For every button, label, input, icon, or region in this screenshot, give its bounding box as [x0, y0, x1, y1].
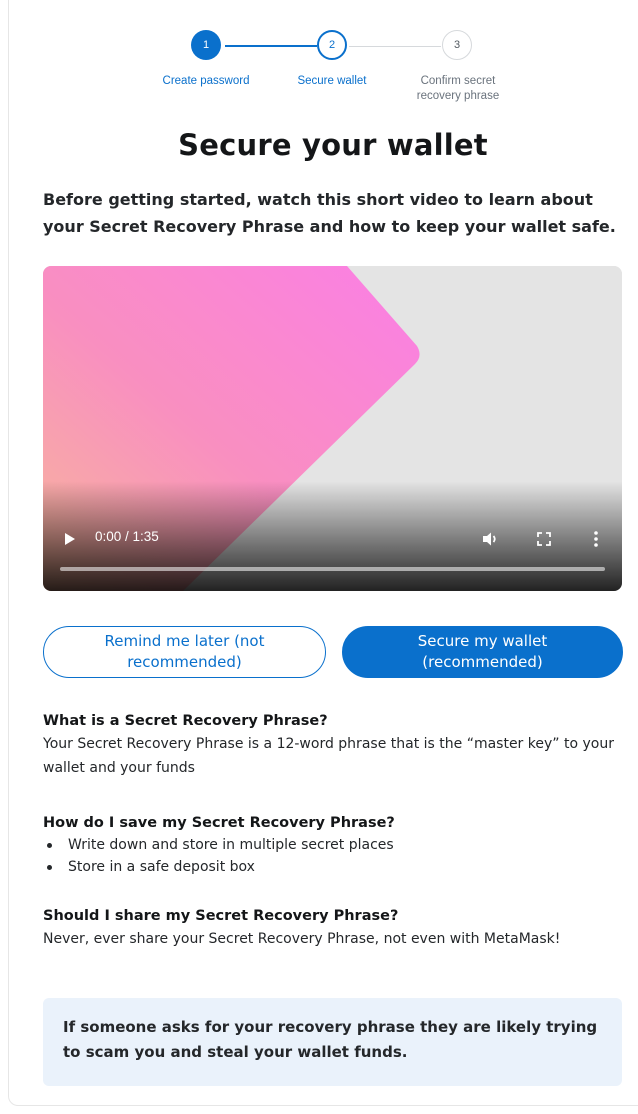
- video-time: 0:00 / 1:35: [95, 529, 159, 544]
- list-item: Store in a safe deposit box: [43, 856, 623, 878]
- faq-question: Should I share my Secret Recovery Phrase…: [43, 908, 399, 924]
- bullet-dot: [47, 865, 52, 870]
- list-item-text: Write down and store in multiple secret …: [68, 837, 394, 853]
- intro-text: Before getting started, watch this short…: [43, 190, 616, 236]
- stepper-line-completed: [225, 45, 317, 47]
- faq-answer: Never, ever share your Secret Recovery P…: [43, 931, 561, 947]
- step-3-label: Confirm secret recovery phrase: [416, 75, 500, 102]
- play-icon[interactable]: [63, 532, 77, 546]
- secure-wallet-page: 1 2 3 Create password Secure wallet Conf…: [0, 0, 638, 1114]
- faq-how-to-save: How do I save my Secret Recovery Phrase?…: [43, 812, 623, 878]
- step-2-circle: 2: [317, 30, 347, 60]
- page-title: Secure your wallet: [178, 128, 488, 162]
- video-progress-bar[interactable]: [60, 567, 605, 571]
- step-2-label: Secure wallet: [297, 75, 367, 87]
- list-item: Write down and store in multiple secret …: [43, 834, 623, 856]
- remind-me-later-button[interactable]: Remind me later (not recommended): [43, 626, 326, 678]
- faq-bullet-list: Write down and store in multiple secret …: [43, 834, 623, 878]
- onboarding-stepper: 1 2 3 Create password Secure wallet Conf…: [0, 28, 638, 118]
- step-3-circle: 3: [442, 30, 472, 60]
- faq-should-i-share: Should I share my Secret Recovery Phrase…: [43, 905, 623, 951]
- secure-my-wallet-button[interactable]: Secure my wallet (recommended): [342, 626, 623, 678]
- step-1-label: Create password: [162, 75, 250, 87]
- faq-answer: Your Secret Recovery Phrase is a 12-word…: [43, 736, 614, 776]
- bullet-dot: [47, 843, 52, 848]
- list-item-text: Store in a safe deposit box: [68, 859, 255, 875]
- fullscreen-icon[interactable]: [533, 528, 555, 550]
- faq-question: How do I save my Secret Recovery Phrase?: [43, 815, 395, 831]
- faq-question: What is a Secret Recovery Phrase?: [43, 713, 328, 729]
- volume-icon[interactable]: [479, 528, 501, 550]
- more-vertical-icon[interactable]: [585, 528, 607, 550]
- faq-what-is-srp: What is a Secret Recovery Phrase? Your S…: [43, 710, 623, 780]
- stepper-line-pending: [349, 46, 441, 47]
- step-1-circle: 1: [191, 30, 221, 60]
- video-player[interactable]: 0:00 / 1:35: [43, 266, 622, 591]
- scam-warning-banner: If someone asks for your recovery phrase…: [43, 998, 622, 1086]
